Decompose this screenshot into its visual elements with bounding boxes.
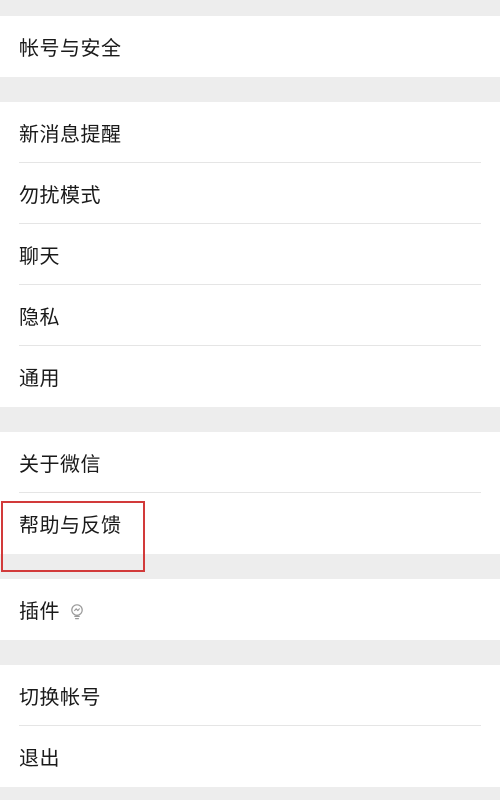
- about-wechat-item[interactable]: 关于微信: [0, 432, 500, 493]
- section-gap: [0, 640, 500, 665]
- help-feedback-item[interactable]: 帮助与反馈: [0, 493, 500, 554]
- new-message-notification-label: 新消息提醒: [19, 122, 122, 146]
- switch-account-label: 切换帐号: [19, 685, 101, 709]
- do-not-disturb-label: 勿扰模式: [19, 183, 101, 207]
- new-message-notification-item[interactable]: 新消息提醒: [0, 102, 500, 163]
- general-item[interactable]: 通用: [0, 346, 500, 407]
- logout-item[interactable]: 退出: [0, 726, 500, 787]
- settings-group: 新消息提醒 勿扰模式 聊天 隐私 通用: [0, 102, 500, 407]
- account-security-label: 帐号与安全: [19, 36, 122, 60]
- section-gap: [0, 554, 500, 579]
- plugin-bulb-icon: [70, 602, 84, 620]
- plugins-group: 插件: [0, 579, 500, 640]
- help-feedback-label: 帮助与反馈: [19, 513, 122, 537]
- account-security-item[interactable]: 帐号与安全: [0, 16, 500, 77]
- switch-account-item[interactable]: 切换帐号: [0, 665, 500, 726]
- section-gap: [0, 787, 500, 797]
- session-group: 切换帐号 退出: [0, 665, 500, 787]
- chat-item[interactable]: 聊天: [0, 224, 500, 285]
- chat-label: 聊天: [19, 244, 60, 268]
- section-gap: [0, 0, 500, 16]
- account-group: 帐号与安全: [0, 16, 500, 77]
- section-gap: [0, 407, 500, 432]
- about-wechat-label: 关于微信: [19, 452, 101, 476]
- plugins-item[interactable]: 插件: [0, 579, 500, 640]
- section-gap: [0, 77, 500, 102]
- do-not-disturb-item[interactable]: 勿扰模式: [0, 163, 500, 224]
- logout-label: 退出: [19, 746, 60, 770]
- privacy-item[interactable]: 隐私: [0, 285, 500, 346]
- general-label: 通用: [19, 366, 60, 390]
- about-group: 关于微信 帮助与反馈: [0, 432, 500, 554]
- privacy-label: 隐私: [19, 305, 60, 329]
- plugins-label: 插件: [19, 599, 60, 623]
